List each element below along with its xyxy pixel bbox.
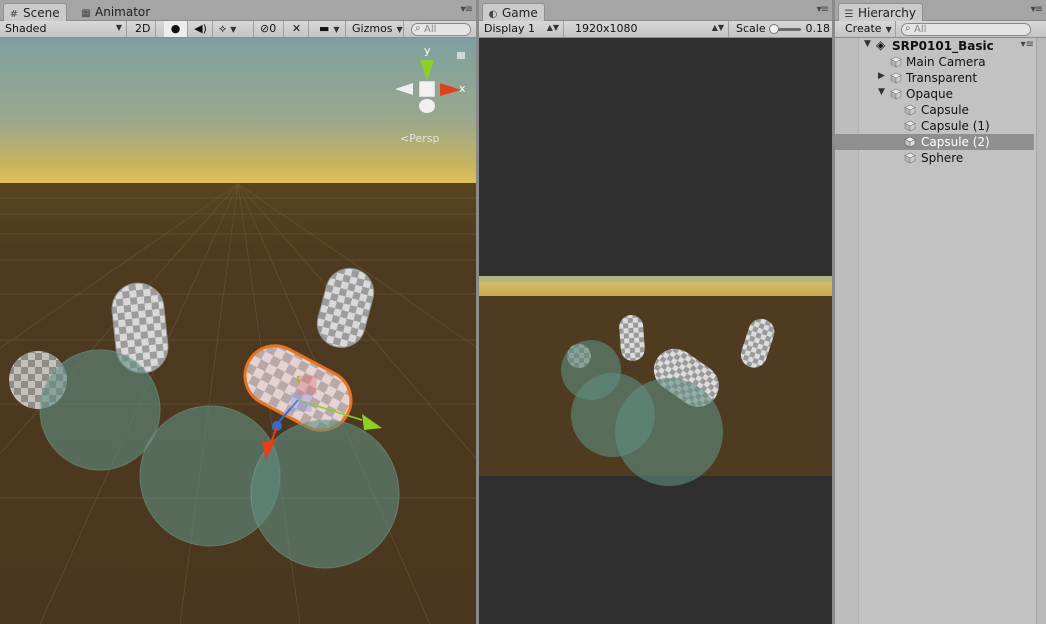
- expand-arrow-icon[interactable]: ▼: [878, 87, 885, 97]
- search-icon: ⌕: [415, 23, 421, 34]
- gizmo-neg-y-axis-icon[interactable]: [419, 99, 435, 113]
- camera-dropdown-icon[interactable]: ▬ ▼: [314, 21, 346, 37]
- scene-toolbar: Shaded ▼ 2D ● ◀) ⟡ ▼ ⊘0 ✕ ▬ ▼ Gizmos ▼ ⌕ All: [0, 21, 476, 38]
- hierarchy-item-capsule[interactable]: Capsule: [835, 102, 1034, 118]
- game-tabbar: ◐ Game ▾≡: [479, 0, 832, 21]
- audio-toggle-icon[interactable]: ◀): [189, 21, 213, 37]
- game-capsule-1: [619, 314, 645, 361]
- scale-value: 0.18: [805, 22, 831, 35]
- tab-scene[interactable]: # Scene: [3, 3, 67, 21]
- game-toolbar: Display 1 ▲▼ 1920x1080 ▲▼ Scale 0.18: [479, 21, 832, 38]
- chevron-down-icon: ▲▼: [711, 23, 724, 32]
- hierarchy-search-input[interactable]: ⌕ All: [901, 23, 1031, 36]
- search-icon: ⌕: [905, 23, 911, 34]
- lighting-toggle-icon[interactable]: ●: [164, 21, 188, 37]
- scene-tabbar: # Scene ▦ Animator ▾≡: [0, 0, 476, 21]
- persp-arrow-icon: <: [400, 132, 410, 145]
- gizmo-center-cube-icon[interactable]: [418, 80, 436, 98]
- scene-search-input[interactable]: ⌕ All: [411, 23, 471, 36]
- hierarchy-item-main-camera[interactable]: Main Camera: [835, 54, 1034, 70]
- sky: [0, 38, 476, 188]
- hierarchy-tree: ▼ ◈ SRP0101_Basic ▾≡ Main Camera ▶ Trans…: [835, 38, 1046, 624]
- tab-hierarchy[interactable]: ☰ Hierarchy: [838, 3, 924, 21]
- projection-label[interactable]: <Persp: [400, 132, 439, 145]
- game-panel: ◐ Game ▾≡ Display 1 ▲▼ 1920x1080 ▲▼ Scale 0…: [479, 0, 832, 624]
- game-icon: ◐: [488, 9, 498, 20]
- lock-icon[interactable]: [457, 52, 465, 59]
- gameobject-cube-icon: [904, 152, 916, 164]
- game-viewport[interactable]: [479, 38, 832, 624]
- mode-2d-toggle[interactable]: 2D: [130, 21, 156, 37]
- sphere-transparent-1[interactable]: [39, 349, 161, 471]
- scale-control: Scale 0.18: [736, 22, 831, 35]
- gameobject-cube-icon: [904, 104, 916, 116]
- display-dropdown[interactable]: Display 1 ▲▼: [479, 21, 564, 37]
- tools-icon[interactable]: ✕: [285, 21, 309, 37]
- create-dropdown[interactable]: Create ▼: [840, 21, 896, 37]
- hierarchy-panel: ☰ Hierarchy ▾≡ Create ▼ ⌕ All ▼ ◈ SRP0101_B…: [835, 0, 1046, 624]
- hierarchy-toolbar: Create ▼ ⌕ All: [835, 21, 1046, 38]
- scene-menu-icon[interactable]: ▾≡: [1021, 39, 1034, 50]
- gizmo-x-label: x: [459, 82, 466, 95]
- hierarchy-item-capsule-1[interactable]: Capsule (1): [835, 118, 1034, 134]
- chevron-down-icon: ▲▼: [546, 23, 559, 32]
- hierarchy-item-transparent[interactable]: ▶ Transparent: [835, 70, 1034, 86]
- hierarchy-item-sphere[interactable]: Sphere: [835, 150, 1034, 166]
- collapsed-arrow-icon[interactable]: ▶: [878, 71, 885, 81]
- scene-canvas[interactable]: y x: [0, 38, 476, 624]
- chevron-down-icon: ▼: [115, 23, 122, 32]
- panel-menu-icon[interactable]: ▾≡: [461, 4, 473, 15]
- scene-viewport[interactable]: y x <Persp: [0, 38, 476, 624]
- xz-plane-handle[interactable]: [290, 392, 312, 412]
- effects-dropdown-icon[interactable]: ⟡ ▼: [214, 21, 254, 37]
- tab-animator[interactable]: ▦ Animator: [76, 3, 156, 21]
- animator-icon: ▦: [81, 8, 91, 19]
- eye-off-icon: ⊘: [260, 22, 270, 35]
- xy-plane-handle[interactable]: [297, 375, 317, 395]
- scene-root-row[interactable]: ▼ ◈ SRP0101_Basic ▾≡: [835, 38, 1034, 54]
- hierarchy-scrollbar[interactable]: [1036, 38, 1046, 624]
- gizmo-y-label: y: [424, 44, 431, 57]
- gameobject-cube-icon: [890, 88, 902, 100]
- grid-icon: #: [9, 9, 19, 20]
- unity-scene-icon: ◈: [876, 38, 886, 52]
- expand-arrow-icon[interactable]: ▼: [864, 39, 871, 49]
- panel-menu-icon[interactable]: ▾≡: [817, 4, 829, 15]
- gizmos-dropdown[interactable]: Gizmos ▼: [347, 21, 404, 37]
- panel-menu-icon[interactable]: ▾≡: [1031, 4, 1043, 15]
- gameobject-cube-icon: [904, 136, 916, 148]
- list-icon: ☰: [844, 9, 854, 20]
- hierarchy-item-opaque[interactable]: ▼ Opaque: [835, 86, 1034, 102]
- hidden-objects-toggle[interactable]: ⊘0: [255, 21, 284, 37]
- scene-panel: # Scene ▦ Animator ▾≡ Shaded ▼ 2D ● ◀) ⟡ ▼ ⊘…: [0, 0, 476, 624]
- hierarchy-tabbar: ☰ Hierarchy ▾≡: [835, 0, 1046, 21]
- gameobject-cube-icon: [890, 72, 902, 84]
- resolution-dropdown[interactable]: 1920x1080 ▲▼: [570, 21, 729, 37]
- tab-game[interactable]: ◐ Game: [482, 3, 545, 21]
- gameobject-cube-icon: [890, 56, 902, 68]
- hierarchy-item-capsule-2[interactable]: Capsule (2): [835, 134, 1034, 150]
- gameobject-cube-icon: [904, 120, 916, 132]
- chevron-down-icon: ▼: [885, 25, 892, 34]
- game-render: [479, 276, 832, 486]
- shading-mode-dropdown[interactable]: Shaded ▼: [0, 21, 127, 37]
- scale-slider-handle[interactable]: [769, 24, 779, 34]
